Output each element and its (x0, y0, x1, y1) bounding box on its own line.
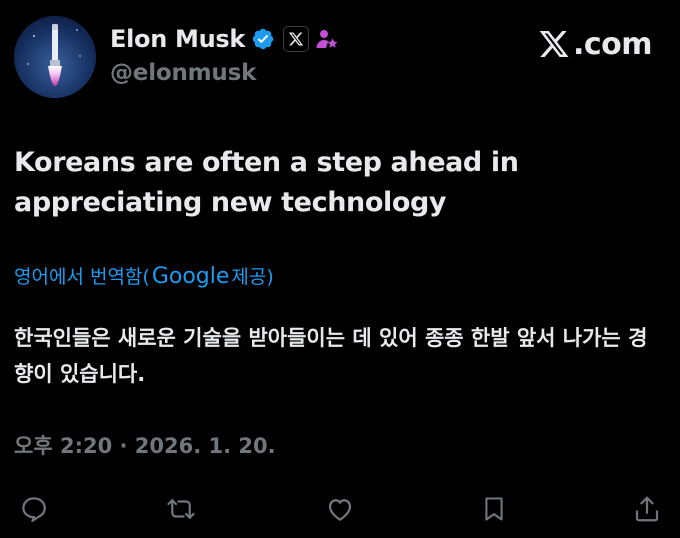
translated-post-text: 한국인들은 새로운 기술을 받아들이는 데 있어 종종 한발 앞서 나가는 경향… (14, 326, 648, 386)
brand-logo: .com (537, 24, 653, 64)
translation-prefix: 영어에서 번역함( (14, 266, 150, 288)
author-handle[interactable]: @elonmusk (110, 60, 256, 86)
like-icon[interactable] (323, 492, 357, 526)
author-display-name[interactable]: Elon Musk (110, 25, 245, 53)
post-timestamp[interactable]: 오후 2:20 · 2026. 1. 20. (14, 430, 276, 460)
post-card: Elon Musk @elonmusk .com Koreans are oft… (0, 0, 680, 538)
user-star-icon[interactable] (315, 27, 339, 51)
post-action-bar (0, 488, 680, 530)
x-logo-icon (537, 28, 571, 60)
author-name-row: Elon Musk (110, 22, 339, 56)
avatar[interactable] (14, 16, 96, 98)
translation-attribution[interactable]: 영어에서 번역함( Google 제공) (14, 262, 274, 289)
x-logo-badge-icon[interactable] (283, 26, 310, 52)
bookmark-icon[interactable] (477, 492, 511, 526)
verified-badge-icon[interactable] (251, 27, 275, 51)
translation-provider: Google (151, 264, 230, 289)
post-text: Koreans are often a step ahead in apprec… (14, 147, 519, 218)
brand-domain-suffix: .com (572, 26, 653, 62)
share-icon[interactable] (630, 492, 664, 526)
reply-icon[interactable] (17, 492, 51, 526)
repost-icon[interactable] (164, 492, 198, 526)
translation-suffix: 제공) (231, 266, 274, 288)
avatar-image (14, 16, 96, 98)
